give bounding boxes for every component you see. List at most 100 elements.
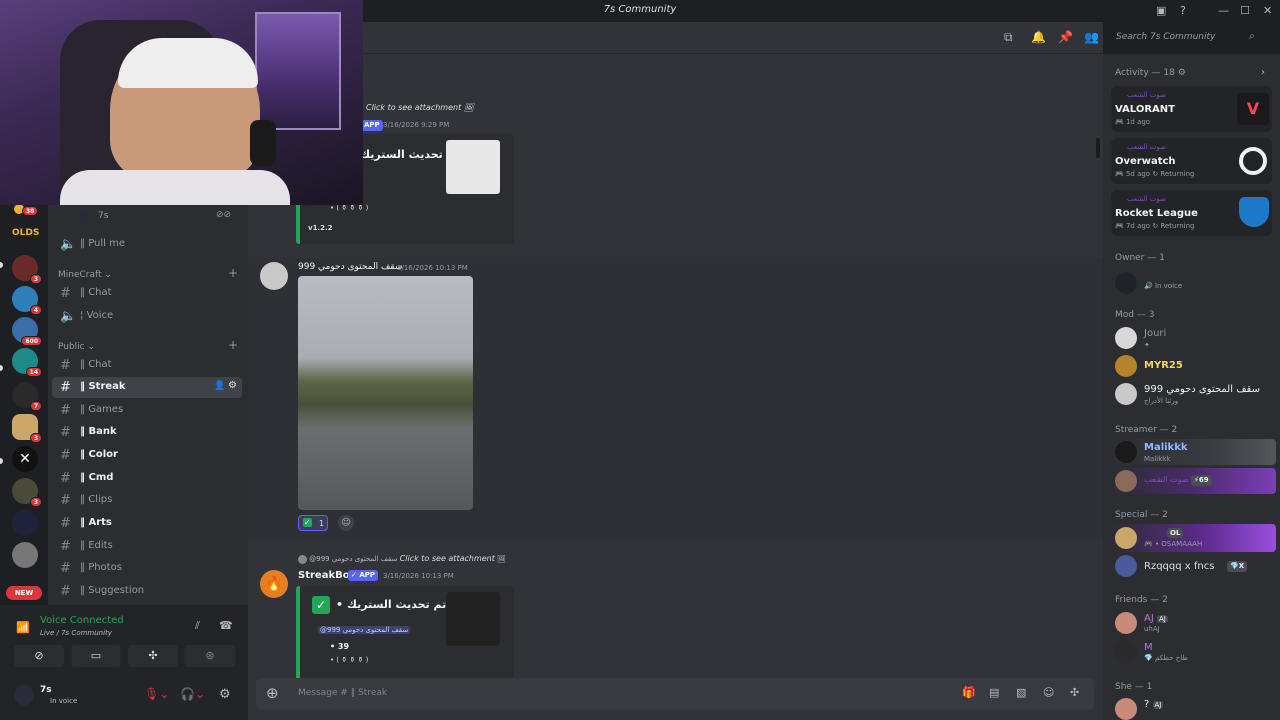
chevron-right-icon[interactable]: › (1261, 67, 1265, 78)
member-name[interactable]: Rzqqqq x fncs (1144, 561, 1214, 572)
reaction-check[interactable]: ✓ 1 (298, 515, 328, 531)
activity-card[interactable]: صوت الشعب Rocket League 🎮 7d ago ↻ Retur… (1111, 190, 1272, 236)
screen-share-button[interactable]: ▭ (71, 645, 121, 667)
member-name[interactable]: ? AJ (1144, 699, 1164, 710)
channel-cmd[interactable]: # ‖ Cmd (52, 468, 242, 489)
category-public[interactable]: Public ⌄ (58, 342, 95, 352)
member-name[interactable]: MYR25 (1144, 360, 1183, 371)
server-icon-8[interactable]: 3 (12, 478, 42, 507)
minimize-icon[interactable]: — (1218, 4, 1229, 17)
bell-icon[interactable]: 🔔 (1031, 30, 1046, 44)
channel-arts[interactable]: # ‖ Arts (52, 513, 242, 534)
member-name[interactable]: Jouri (1144, 328, 1166, 339)
add-channel-icon[interactable]: + (228, 338, 238, 352)
activity-card[interactable]: صوت الشعب VALORANT 🎮 1d ago V (1111, 86, 1272, 132)
server-icon-10[interactable] (12, 542, 38, 568)
channel-photos[interactable]: # ‖ Photos (52, 558, 242, 579)
message-author[interactable]: 999 سقف المحتوى دحومي (298, 262, 402, 272)
mention[interactable]: @سقف المحتوى دحومي 999 (318, 626, 411, 634)
channel-games[interactable]: # ‖ Games (52, 400, 242, 421)
mute-icon[interactable]: 🎙⌄ (144, 687, 169, 701)
maximize-icon[interactable]: ☐ (1240, 4, 1250, 17)
activities-button[interactable]: ✣ (128, 645, 178, 667)
server-icon-4[interactable]: 600 (12, 317, 42, 346)
reply-reference[interactable]: @999 سقف المحتوى دحومي Click to see atta… (298, 554, 506, 564)
member-name[interactable]: AJ AJ (1144, 613, 1168, 624)
invite-icon[interactable]: 👤 (214, 381, 225, 391)
avatar[interactable] (1115, 612, 1137, 634)
channel-pull-me[interactable]: 🔈 ‖ Pull me (52, 234, 242, 255)
add-reaction-icon[interactable]: ☺ (338, 515, 354, 531)
disconnect-icon[interactable]: ☎ (219, 619, 233, 632)
activity-card[interactable]: صوت الشعب Overwatch 🎮 5d ago ↻ Returning (1111, 138, 1272, 184)
avatar[interactable] (1115, 272, 1137, 294)
noise-suppression-icon[interactable]: ⫽ (195, 619, 200, 633)
category-minecraft[interactable]: MineCraft ⌄ (58, 270, 112, 280)
voice-user-row[interactable]: 7s ⊘⊘ (78, 210, 238, 224)
server-icon-9[interactable] (12, 510, 38, 536)
avatar[interactable] (260, 262, 288, 290)
channel-bank[interactable]: # ‖ Bank (52, 422, 242, 443)
avatar[interactable] (1115, 327, 1137, 349)
avatar[interactable] (1115, 470, 1137, 492)
message-author[interactable]: StreakBot (298, 570, 354, 581)
avatar[interactable] (1115, 355, 1137, 377)
gif-icon[interactable]: ▤ (989, 686, 999, 699)
channel-color[interactable]: # ‖ Color (52, 445, 242, 466)
channel-clips[interactable]: # ‖ Clips (52, 490, 242, 511)
avatar[interactable] (1115, 441, 1137, 463)
avatar[interactable] (14, 685, 34, 705)
help-icon[interactable]: ? (1180, 4, 1186, 17)
scrollbar[interactable] (1096, 138, 1100, 158)
threads-icon[interactable]: ⧉ (1004, 30, 1013, 45)
pin-icon[interactable]: 📌 (1058, 30, 1073, 44)
sticker-icon[interactable]: ▧ (1016, 686, 1026, 699)
member-name[interactable]: Malikkk (1144, 442, 1188, 453)
avatar[interactable] (1115, 640, 1137, 662)
channel-suggestion[interactable]: # ‖ Suggestion (52, 581, 242, 602)
channel-minecraft-voice[interactable]: 🔈 ¦ Voice (52, 306, 242, 327)
camera-button[interactable]: ⊘ (14, 645, 64, 667)
close-icon[interactable]: ✕ (1263, 4, 1272, 17)
member-name[interactable]: M (1144, 642, 1153, 653)
server-icon-6[interactable]: 7 (12, 382, 42, 411)
server-icon-5[interactable]: 14 (12, 348, 42, 377)
member-name[interactable]: 999 سقف المحتوى دحومي (1144, 384, 1260, 395)
inbox-icon[interactable]: ▣ (1156, 4, 1166, 17)
add-channel-icon[interactable]: + (228, 266, 238, 280)
avatar[interactable] (1115, 555, 1137, 577)
server-icon-2[interactable]: 3 (12, 255, 42, 284)
emoji-icon[interactable]: ☺ (1043, 686, 1054, 699)
gear-icon[interactable]: ⚙ (228, 380, 237, 391)
channel-streak[interactable]: # ‖ Streak 👤 ⚙ (52, 377, 242, 398)
add-attachment-icon[interactable]: ⊕ (266, 684, 279, 702)
x-server-icon[interactable]: ✕ (12, 446, 38, 472)
body (60, 170, 290, 205)
check-icon: ✓ (312, 596, 330, 614)
unread-pill (0, 365, 3, 371)
server-icon-7[interactable]: 3 (12, 414, 42, 443)
avatar[interactable] (1115, 698, 1137, 720)
channel-minecraft-chat[interactable]: # ‖ Chat (52, 283, 242, 304)
voice-channel[interactable]: Live / 7s Community (40, 629, 112, 637)
avatar[interactable] (1115, 527, 1137, 549)
apps-icon[interactable]: ✣ (1070, 686, 1079, 699)
avatar[interactable]: 🔥 (260, 570, 288, 598)
channel-edits[interactable]: # ‖ Edits (52, 536, 242, 557)
user-settings-icon[interactable]: ⚙ (219, 687, 231, 702)
reply-hint[interactable]: Click to see attachment 🖼 (366, 103, 474, 112)
attachment-image[interactable] (298, 276, 473, 510)
soundboard-button[interactable]: ⊛ (185, 645, 235, 667)
gift-icon[interactable]: 🎁 (962, 686, 976, 699)
hash-icon: # (60, 425, 71, 440)
deafen-icon[interactable]: 🎧⌄ (180, 687, 205, 701)
search-input[interactable]: Search 7s Community ⌕ (1110, 28, 1260, 48)
avatar[interactable] (1115, 383, 1137, 405)
channel-chat[interactable]: # ‖ Chat (52, 355, 242, 376)
server-icon-3[interactable]: 4 (12, 286, 42, 315)
member-list-icon[interactable]: 👥 (1084, 30, 1099, 44)
activity-user: صوت الشعب (1127, 143, 1166, 151)
new-badge[interactable]: NEW (6, 586, 42, 600)
message-input[interactable]: Message # ‖ Streak (298, 688, 387, 698)
member-name[interactable]: صوت الشعب (1144, 475, 1189, 484)
